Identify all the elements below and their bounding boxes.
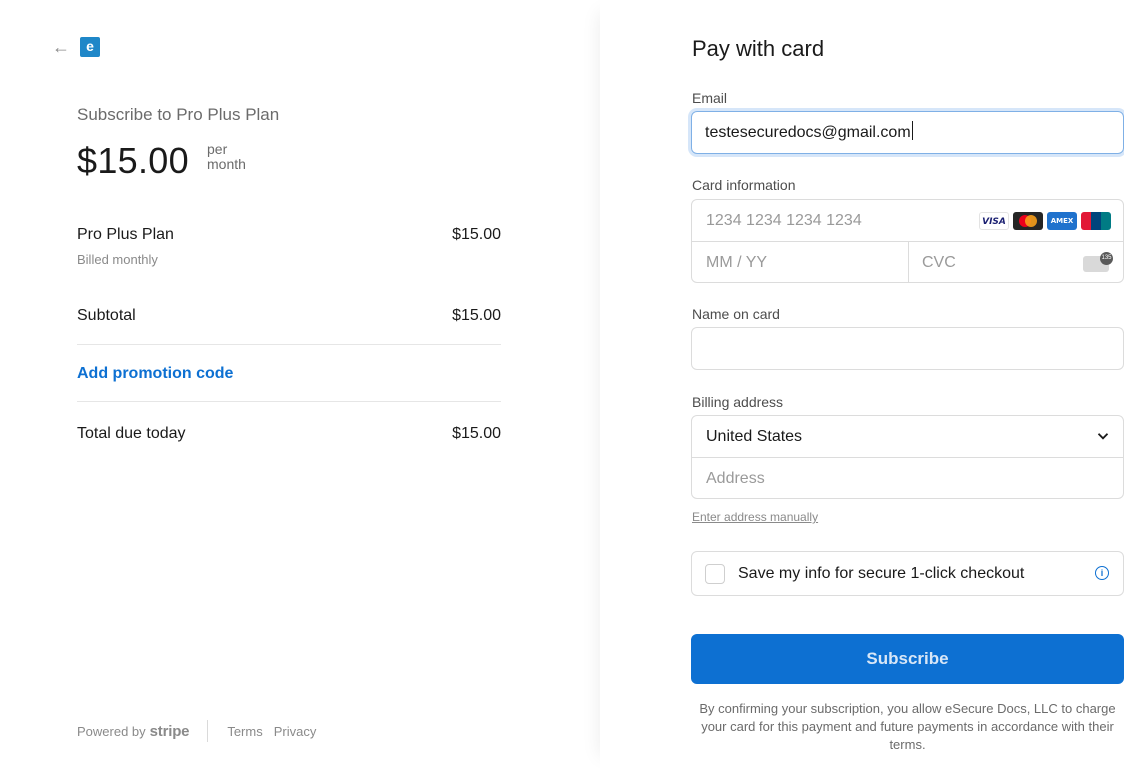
- cvc-input[interactable]: CVC: [922, 242, 956, 284]
- order-summary-panel: ← e Subscribe to Pro Plus Plan $15.00 pe…: [0, 0, 600, 768]
- email-field[interactable]: testesecuredocs@gmail.com: [691, 111, 1124, 154]
- line-item-billing: Billed monthly: [77, 252, 158, 267]
- terms-text: By confirming your subscription, you all…: [699, 701, 1116, 752]
- chevron-down-icon[interactable]: [1097, 430, 1109, 442]
- name-on-card-field[interactable]: [691, 327, 1124, 370]
- card-info-label: Card information: [692, 177, 796, 193]
- subscription-title: Subscribe to Pro Plus Plan: [77, 105, 280, 124]
- subscribe-button[interactable]: Subscribe: [691, 634, 1124, 684]
- merchant-logo[interactable]: e: [80, 37, 100, 57]
- email-value: testesecuredocs@gmail.com: [705, 124, 911, 141]
- email-label: Email: [692, 90, 728, 106]
- divider: [77, 401, 501, 402]
- divider: [77, 344, 501, 345]
- mastercard-icon: [1013, 212, 1043, 230]
- footer-divider: [207, 720, 209, 742]
- visa-icon: VISA: [979, 212, 1009, 230]
- footer: Powered by stripe Terms Privacy: [77, 720, 327, 742]
- powered-by-text: Powered by: [77, 723, 146, 739]
- expiry-input[interactable]: MM / YY: [706, 242, 767, 284]
- card-brands: VISA AMEX: [979, 212, 1111, 230]
- price-period-line1: per: [207, 141, 228, 157]
- privacy-link[interactable]: Privacy: [274, 724, 317, 739]
- price-amount: $15.00: [77, 140, 189, 181]
- line-item-name: Pro Plus Plan: [77, 226, 174, 243]
- subtotal-label: Subtotal: [77, 307, 136, 324]
- address-input[interactable]: Address: [706, 458, 765, 500]
- form-title: Pay with card: [692, 36, 825, 61]
- name-label: Name on card: [692, 306, 780, 322]
- card-number-input[interactable]: 1234 1234 1234 1234: [706, 200, 862, 242]
- price-period: per month: [207, 142, 246, 172]
- enter-address-manually-link[interactable]: Enter address manually: [692, 510, 818, 524]
- save-info-label: Save my info for secure 1-click checkout: [738, 565, 1025, 582]
- terms-link[interactable]: Terms: [227, 724, 262, 739]
- total-amount: $15.00: [452, 425, 501, 442]
- billing-address-label: Billing address: [692, 394, 784, 410]
- stripe-logo[interactable]: stripe: [150, 723, 190, 740]
- arrow-left-icon[interactable]: ←: [52, 37, 70, 57]
- text-cursor: [911, 121, 913, 140]
- cvc-card-icon: 135: [1083, 252, 1113, 272]
- line-item-amount: $15.00: [452, 226, 501, 243]
- card-info-group: 1234 1234 1234 1234 VISA AMEX MM / YY CV…: [691, 199, 1124, 283]
- subtotal-amount: $15.00: [452, 307, 501, 324]
- price-period-line2: month: [207, 156, 246, 172]
- total-label: Total due today: [77, 425, 186, 442]
- amex-icon: AMEX: [1047, 212, 1077, 230]
- country-select[interactable]: United States: [706, 416, 802, 458]
- divider: [908, 241, 909, 283]
- save-info-checkbox[interactable]: [705, 564, 725, 584]
- info-icon[interactable]: i: [1095, 566, 1109, 580]
- unionpay-icon: [1081, 212, 1111, 230]
- save-info-option[interactable]: Save my info for secure 1-click checkout…: [691, 551, 1124, 596]
- add-promotion-code-link[interactable]: Add promotion code: [77, 365, 233, 383]
- billing-address-group: United States Address: [691, 415, 1124, 499]
